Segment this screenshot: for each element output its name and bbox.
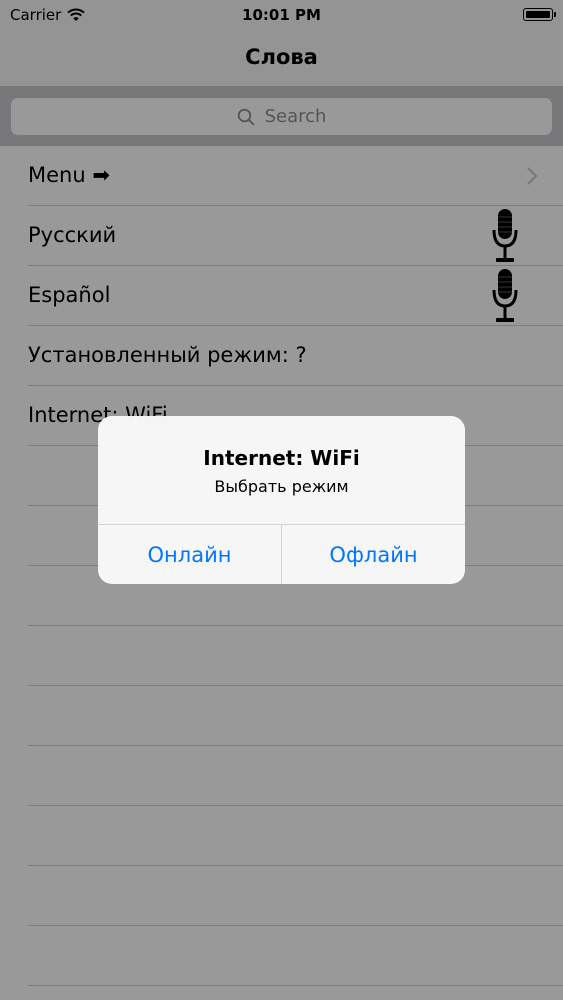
alert-message: Выбрать режим (214, 477, 349, 496)
alert-title: Internet: WiFi (203, 446, 360, 470)
offline-button[interactable]: Офлайн (282, 525, 465, 584)
alert-dialog: Internet: WiFi Выбрать режим Онлайн Офла… (98, 416, 465, 584)
online-button[interactable]: Онлайн (98, 525, 281, 584)
